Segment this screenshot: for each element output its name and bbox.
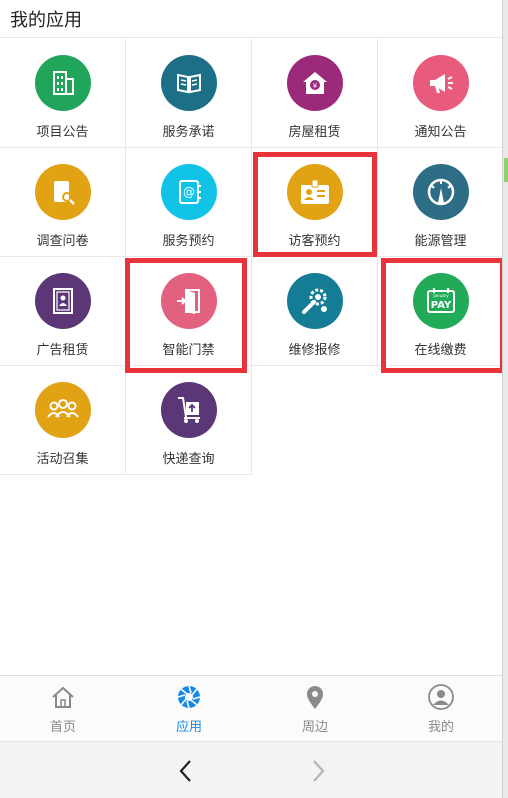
app-label: 能源管理 <box>414 234 467 249</box>
app-label: 广告租赁 <box>36 343 89 358</box>
tab-label: 周边 <box>301 720 328 735</box>
home-icon <box>52 686 74 708</box>
tab-home[interactable]: 首页 <box>0 676 126 742</box>
app-label: 快递查询 <box>162 452 215 467</box>
svg-text:¥: ¥ <box>313 82 318 90</box>
app-express-query[interactable]: 快递查询 <box>126 366 252 475</box>
app-notice[interactable]: 通知公告 <box>378 39 504 148</box>
app-service-booking[interactable]: @ 服务预约 <box>126 148 252 257</box>
survey-icon <box>35 164 91 220</box>
app-ad-rental[interactable]: 广告租赁 <box>0 257 126 366</box>
app-label: 服务承诺 <box>162 125 215 140</box>
house-icon: ¥ <box>287 55 343 111</box>
app-repair[interactable]: 维修报修 <box>252 257 378 366</box>
building-icon <box>35 55 91 111</box>
app-project-announcement[interactable]: 项目公告 <box>0 39 126 148</box>
app-energy-management[interactable]: 能源管理 <box>378 148 504 257</box>
app-house-rental[interactable]: ¥ 房屋租赁 <box>252 39 378 148</box>
app-label: 房屋租赁 <box>288 125 341 140</box>
book-icon <box>161 55 217 111</box>
back-arrow-icon[interactable] <box>173 758 199 784</box>
page-title: 我的应用 <box>10 10 82 31</box>
user-icon <box>428 684 454 710</box>
highlight-box-online-payment <box>381 258 505 373</box>
app-label: 维修报修 <box>288 343 341 358</box>
app-label: 活动召集 <box>36 452 89 467</box>
tab-label: 首页 <box>49 720 76 735</box>
header: 我的应用 <box>0 0 502 38</box>
app-survey[interactable]: 调查问卷 <box>0 148 126 257</box>
billboard-icon <box>35 273 91 329</box>
bottom-tab-bar: 首页 应用 周边 我的 <box>0 675 502 741</box>
tab-mine[interactable]: 我的 <box>378 676 504 742</box>
tab-label: 应用 <box>175 720 202 735</box>
repair-gear-icon <box>287 273 343 329</box>
tab-apps[interactable]: 应用 <box>126 676 252 742</box>
address-book-icon: @ <box>161 164 217 220</box>
delivery-cart-icon <box>161 382 217 438</box>
megaphone-icon <box>413 55 469 111</box>
browser-nav-bar <box>0 741 502 798</box>
app-label: 服务预约 <box>162 234 215 249</box>
tab-label: 我的 <box>427 720 454 735</box>
app-label: 调查问卷 <box>36 234 89 249</box>
highlight-box-visitor-booking <box>253 152 377 257</box>
forward-arrow-icon[interactable] <box>305 758 331 784</box>
edge-marker <box>504 158 508 182</box>
app-label: 项目公告 <box>36 125 89 140</box>
tab-nearby[interactable]: 周边 <box>252 676 378 742</box>
app-service-commitment[interactable]: 服务承诺 <box>126 39 252 148</box>
location-pin-icon <box>307 686 323 709</box>
highlight-box-smart-access <box>125 258 247 373</box>
people-group-icon <box>35 382 91 438</box>
svg-text:@: @ <box>183 185 195 199</box>
aperture-icon <box>177 685 201 709</box>
app-event-gathering[interactable]: 活动召集 <box>0 366 126 475</box>
gauge-icon <box>413 164 469 220</box>
app-label: 通知公告 <box>414 125 467 140</box>
